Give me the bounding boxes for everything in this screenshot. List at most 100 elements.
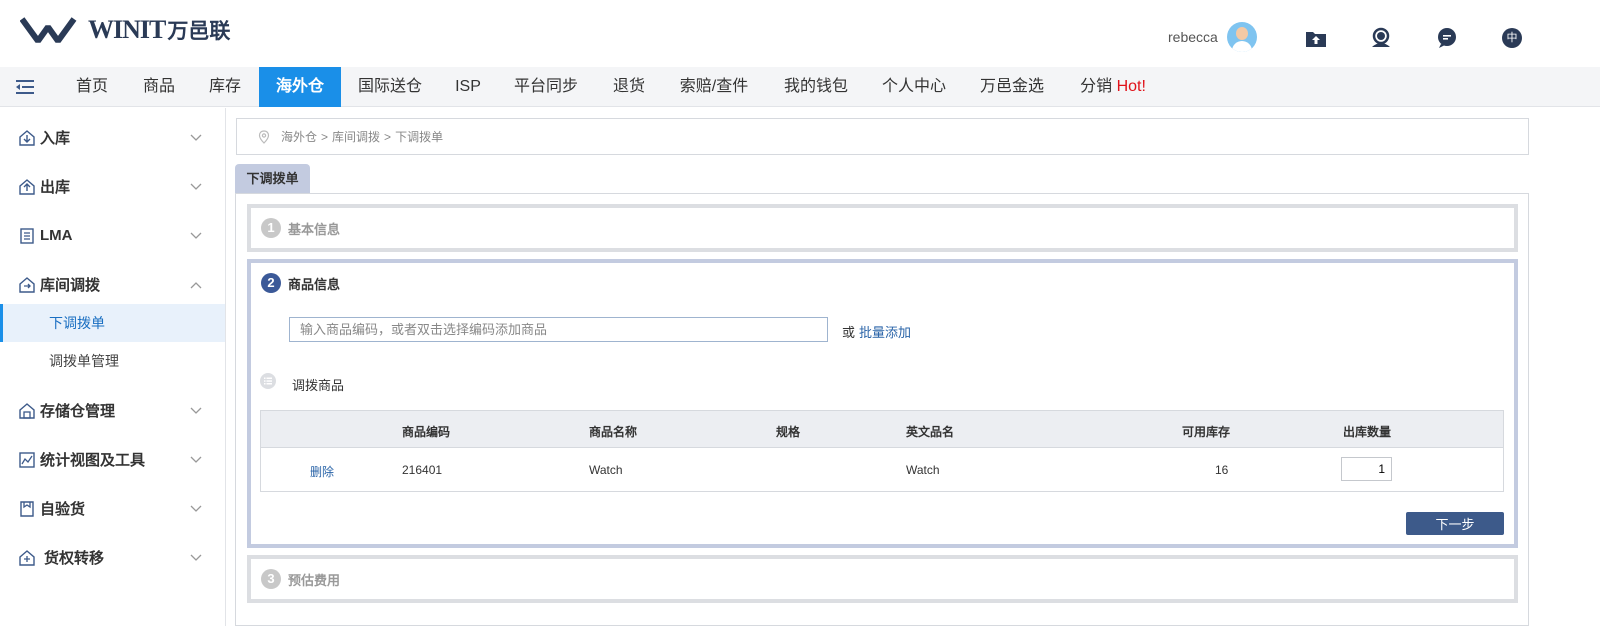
user-menu[interactable]: rebecca: [1168, 22, 1257, 52]
message-icon[interactable]: [1436, 27, 1458, 49]
storage-icon: [19, 402, 35, 419]
sidebar-item-self-inspection[interactable]: 自验货: [0, 484, 225, 533]
main-nav: 首页 商品 库存 海外仓 国际送仓 ISP 平台同步 退货 索赔/查件 我的钱包…: [0, 67, 1600, 107]
nav-products[interactable]: 商品: [133, 67, 185, 107]
th-en-name: 英文品名: [906, 425, 955, 439]
step-estimated-fee[interactable]: 3 预估费用: [247, 555, 1518, 603]
sidebar-item-inbound[interactable]: 入库: [0, 113, 225, 162]
chevron-down-icon: [190, 407, 202, 414]
or-text: 或: [842, 325, 856, 340]
th-qty: 出库数量: [1343, 425, 1392, 439]
sidebar-label: 出库: [40, 179, 71, 196]
step-title: 商品信息: [288, 276, 341, 292]
menu-collapse-icon[interactable]: [16, 79, 34, 95]
th-code: 商品编码: [402, 425, 451, 439]
chevron-down-icon: [190, 183, 202, 190]
logo-mark-icon: [20, 17, 77, 43]
step-title: 基本信息: [288, 221, 341, 237]
cell-stock: 16: [1215, 463, 1229, 477]
th-stock: 可用库存: [1182, 425, 1231, 439]
sidebar-item-warehouse-transfer[interactable]: 库间调拨: [0, 260, 225, 309]
breadcrumb: 海外仓 > 库间调拨 > 下调拨单: [236, 118, 1529, 155]
nav-overseas-warehouse[interactable]: 海外仓: [259, 67, 341, 107]
step-number: 3: [261, 569, 281, 589]
nav-home[interactable]: 首页: [66, 67, 118, 107]
sidebar-label: 货权转移: [44, 550, 105, 567]
step-number: 2: [261, 273, 281, 293]
outbound-qty-input[interactable]: [1341, 457, 1392, 481]
sidebar-label: 统计视图及工具: [40, 452, 146, 469]
customer-service-icon[interactable]: [1370, 27, 1392, 49]
document-icon: [20, 227, 34, 244]
breadcrumb-separator: >: [384, 129, 392, 144]
chevron-up-icon: [190, 281, 202, 288]
upload-folder-icon[interactable]: [1305, 27, 1327, 49]
cell-en-name: Watch: [906, 463, 940, 477]
step-basic-info[interactable]: 1 基本信息: [247, 204, 1518, 252]
goods-code-input[interactable]: [289, 317, 828, 342]
batch-add-link[interactable]: 批量添加: [859, 322, 911, 341]
delete-link[interactable]: 删除: [310, 463, 334, 480]
nav-platform-sync[interactable]: 平台同步: [506, 67, 586, 107]
sidebar-label: 库间调拨: [40, 277, 101, 294]
warehouse-in-icon: [19, 129, 35, 146]
cell-code: 216401: [402, 463, 443, 477]
page-tab[interactable]: 下调拨单: [235, 164, 310, 193]
logo-text: WINIT: [88, 15, 166, 44]
nav-distribution[interactable]: 分销 Hot!: [1070, 67, 1156, 107]
step-goods-info: 2 商品信息: [247, 259, 1518, 548]
nav-wallet[interactable]: 我的钱包: [774, 67, 858, 107]
language-label: 中: [1506, 32, 1518, 44]
chevron-down-icon: [190, 232, 202, 239]
nav-personal-center[interactable]: 个人中心: [872, 67, 956, 107]
th-spec: 规格: [776, 425, 801, 439]
chevron-down-icon: [190, 456, 202, 463]
chart-icon: [19, 451, 35, 468]
sidebar-label: 自验货: [40, 501, 86, 518]
sidebar-item-lma[interactable]: LMA: [0, 211, 225, 260]
sidebar-item-outbound[interactable]: 出库: [0, 162, 225, 211]
language-switch-icon[interactable]: 中: [1501, 27, 1523, 49]
step-title: 预估费用: [288, 572, 341, 588]
sidebar-item-storage-management[interactable]: 存储仓管理: [0, 386, 225, 435]
sidebar-subitem-create-transfer[interactable]: 下调拨单: [0, 304, 225, 342]
list-icon: [260, 373, 276, 389]
inspect-icon: [20, 500, 34, 517]
nav-distribution-label: 分销: [1080, 78, 1113, 95]
table-header: 商品编码 商品名称 规格 英文品名 可用库存 出库数量: [261, 411, 1503, 448]
sidebar: 入库 出库 LMA 库间调拨 下调拨单 调拨单管理 存储仓管理 统计视图及工具 …: [0, 108, 226, 626]
breadcrumb-separator: >: [321, 129, 329, 144]
username: rebecca: [1168, 29, 1218, 45]
goods-table: 商品编码 商品名称 规格 英文品名 可用库存 出库数量 删除 216401 Wa…: [260, 410, 1504, 492]
step-number: 1: [261, 218, 281, 238]
nav-returns[interactable]: 退货: [603, 67, 655, 107]
cell-name: Watch: [589, 463, 623, 477]
ownership-icon: [19, 549, 35, 566]
hot-badge: Hot!: [1116, 78, 1146, 95]
sidebar-label: 存储仓管理: [40, 403, 116, 420]
breadcrumb-transfer[interactable]: 库间调拨: [332, 128, 380, 145]
chevron-down-icon: [190, 505, 202, 512]
warehouse-out-icon: [19, 178, 35, 195]
nav-isp[interactable]: ISP: [446, 67, 490, 107]
th-name: 商品名称: [589, 425, 638, 439]
app-header: WINIT 万邑联 rebecca 中: [0, 0, 1600, 67]
nav-inventory[interactable]: 库存: [199, 67, 251, 107]
nav-winit-select[interactable]: 万邑金选: [970, 67, 1054, 107]
next-step-button[interactable]: 下一步: [1406, 512, 1504, 535]
sidebar-subitem-transfer-management[interactable]: 调拨单管理: [0, 342, 225, 380]
breadcrumb-overseas[interactable]: 海外仓: [281, 128, 317, 145]
avatar[interactable]: [1226, 22, 1257, 52]
sidebar-item-ownership-transfer[interactable]: 货权转移: [0, 533, 225, 582]
sidebar-label: 入库: [40, 130, 71, 147]
breadcrumb-current: 下调拨单: [395, 130, 444, 144]
logo-cn-text: 万邑联: [167, 20, 231, 43]
sidebar-label: LMA: [40, 227, 73, 244]
location-pin-icon: [258, 129, 270, 144]
nav-claims[interactable]: 索赔/查件: [670, 67, 758, 107]
sidebar-item-statistics[interactable]: 统计视图及工具: [0, 435, 225, 484]
chevron-down-icon: [190, 554, 202, 561]
warehouse-transfer-icon: [19, 276, 35, 293]
nav-international-delivery[interactable]: 国际送仓: [350, 67, 430, 107]
winit-logo[interactable]: WINIT 万邑联: [20, 12, 230, 48]
